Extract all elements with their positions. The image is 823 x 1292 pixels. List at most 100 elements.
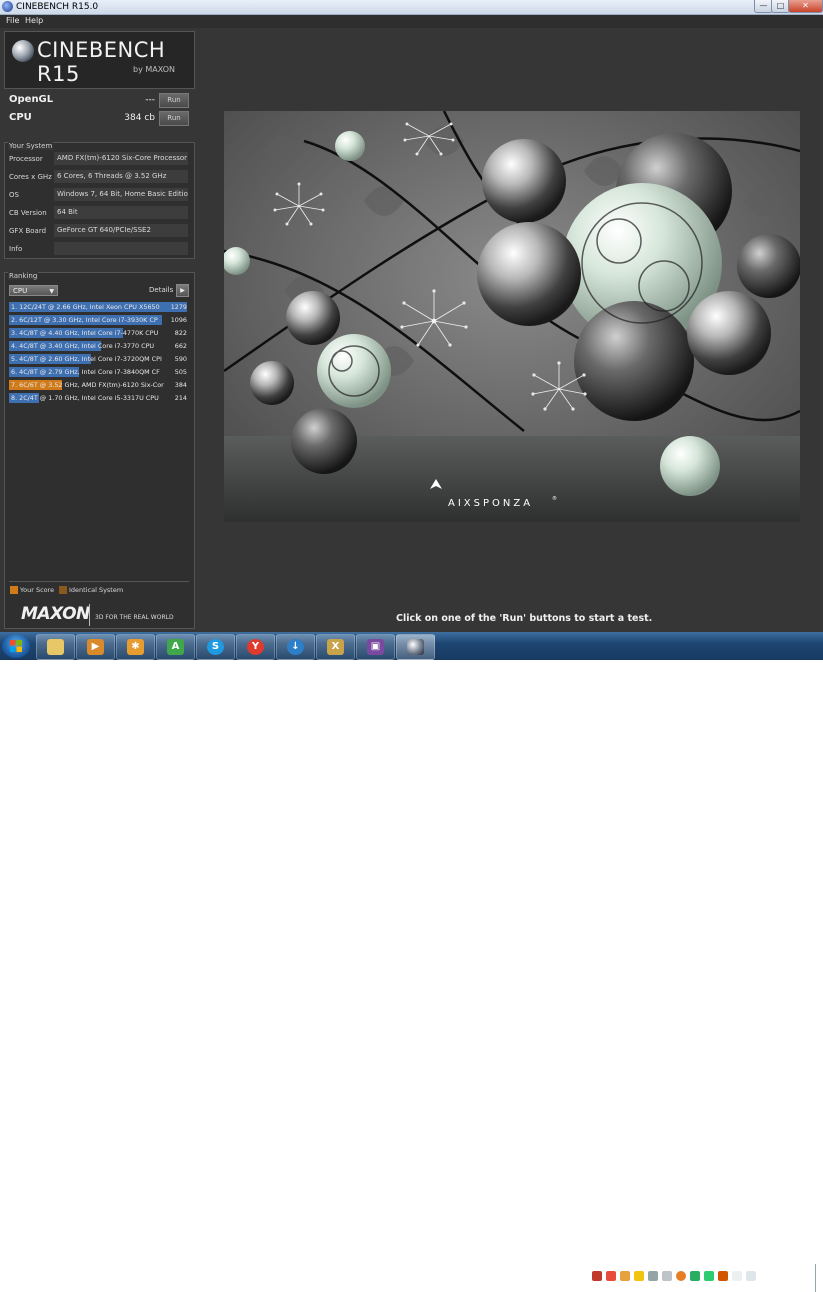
- taskbar-downloader[interactable]: ↓: [276, 634, 315, 660]
- info-field[interactable]: [54, 242, 188, 255]
- details-label: Details: [149, 286, 174, 294]
- details-arrow-button[interactable]: ▶: [176, 284, 189, 297]
- media-player-icon: ▶: [87, 639, 104, 655]
- download-icon: ↓: [287, 639, 304, 655]
- tray-app-icon[interactable]: [718, 1271, 728, 1281]
- menu-help[interactable]: Help: [25, 16, 43, 25]
- ranking-row[interactable]: 8. 2C/4T @ 1.70 GHz, Intel Core i5-3317U…: [9, 392, 187, 404]
- tray-app-icon[interactable]: [676, 1271, 686, 1281]
- ranking-score: 1096: [170, 316, 187, 324]
- opengl-row: OpenGL --- Run: [4, 92, 193, 109]
- volume-icon[interactable]: [746, 1271, 756, 1281]
- taskbar-skype[interactable]: S: [196, 634, 235, 660]
- status-hint: Click on one of the 'Run' buttons to sta…: [396, 613, 653, 624]
- identical-system-swatch: [59, 586, 67, 594]
- registered-mark: ®: [552, 495, 557, 502]
- tray-app-icon[interactable]: [704, 1271, 714, 1281]
- ranking-type-value: CPU: [13, 287, 28, 295]
- ranking-row[interactable]: 6. 4C/8T @ 2.79 GHz, Intel Core i7-3840Q…: [9, 366, 187, 378]
- cpu-label: CPU: [9, 112, 32, 123]
- clock-time[interactable]: 15:13: [781, 1267, 801, 1275]
- system-label: OS: [9, 191, 19, 199]
- cpu-row: CPU 384 cb Run: [4, 110, 193, 127]
- ranking-row[interactable]: 2. 6C/12T @ 3.30 GHz, Intel Core i7-3930…: [9, 314, 187, 326]
- ranking-name: 7. 6C/6T @ 3.52 GHz, AMD FX(tm)-6120 Six…: [11, 381, 164, 389]
- ranking-score: 384: [174, 381, 187, 389]
- tray-app-icon[interactable]: [620, 1271, 630, 1281]
- left-panel: CINEBENCH R15 by MAXON OpenGL --- Run CP…: [4, 31, 195, 632]
- cpu-value: 384 cb: [124, 113, 155, 123]
- start-button[interactable]: [2, 634, 30, 658]
- network-icon[interactable]: [732, 1271, 742, 1281]
- ranking-name: 2. 6C/12T @ 3.30 GHz, Intel Core i7-3930…: [11, 316, 158, 324]
- opengl-run-button[interactable]: Run: [159, 93, 189, 108]
- ranking-row[interactable]: 4. 4C/8T @ 3.40 GHz, Intel Core i7-3770 …: [9, 340, 187, 352]
- chevron-down-icon: ▼: [49, 288, 54, 295]
- system-label: Processor: [9, 155, 43, 163]
- ranking-row[interactable]: 1. 12C/24T @ 2.66 GHz, Intel Xeon CPU X5…: [9, 301, 187, 313]
- ranking-name: 4. 4C/8T @ 3.40 GHz, Intel Core i7-3770 …: [11, 342, 155, 350]
- ranking-row[interactable]: 5. 4C/8T @ 2.60 GHz, Intel Core i7-3720Q…: [9, 353, 187, 365]
- taskbar-paint[interactable]: ✱: [116, 634, 155, 660]
- system-value: 64 Bit: [54, 206, 188, 219]
- x7-icon: X: [327, 639, 344, 655]
- clock-date[interactable]: 06.07.2014: [771, 1278, 808, 1286]
- watermark-text: AIXSPONZA: [448, 498, 533, 509]
- logo-name: CINEBENCH R15: [37, 38, 166, 86]
- logo-by: by MAXON: [133, 65, 175, 74]
- tray-app-icon[interactable]: [690, 1271, 700, 1281]
- render-scene-image: AIXSPONZA ®: [224, 111, 800, 522]
- ranking-name: 8. 2C/4T @ 1.70 GHz, Intel Core i5-3317U…: [11, 394, 159, 402]
- paint-icon: ✱: [127, 639, 144, 655]
- taskbar-cinebench[interactable]: [396, 634, 435, 660]
- yandex-icon: Y: [247, 639, 264, 655]
- system-label: Info: [9, 245, 23, 253]
- system-row: OS Windows 7, 64 Bit, Home Basic Edition: [5, 187, 194, 203]
- ranking-score: 822: [174, 329, 187, 337]
- system-value: GeForce GT 640/PCIe/SSE2: [54, 224, 188, 237]
- system-value: 6 Cores, 6 Threads @ 3.52 GHz: [54, 170, 188, 183]
- tray-app-icon[interactable]: [662, 1271, 672, 1281]
- skype-icon: S: [207, 639, 224, 655]
- system-row: GFX Board GeForce GT 640/PCIe/SSE2: [5, 223, 194, 239]
- cpuz-icon: ▣: [367, 639, 384, 655]
- opengl-label: OpenGL: [9, 94, 54, 105]
- window-title: CINEBENCH R15.0: [16, 2, 99, 12]
- title-bar[interactable]: CINEBENCH R15.0 — □ ✕: [0, 0, 823, 15]
- render-preview: AIXSPONZA ®: [224, 111, 800, 522]
- tray-app-icon[interactable]: [592, 1271, 602, 1281]
- system-row: Cores x GHz 6 Cores, 6 Threads @ 3.52 GH…: [5, 169, 194, 185]
- system-row: Info: [5, 241, 194, 257]
- ranking-row[interactable]: 7. 6C/6T @ 3.52 GHz, AMD FX(tm)-6120 Six…: [9, 379, 187, 391]
- menu-file[interactable]: File: [6, 16, 19, 25]
- divider: [9, 581, 189, 582]
- system-row: Processor AMD FX(tm)-6120 Six-Core Proce…: [5, 151, 194, 167]
- ranking-type-dropdown[interactable]: CPU ▼: [9, 285, 58, 296]
- cinebench-logo: CINEBENCH R15 by MAXON: [4, 31, 195, 89]
- show-desktop-button[interactable]: [815, 1264, 823, 1292]
- taskbar-editor[interactable]: A: [156, 634, 195, 660]
- identical-system-legend: Identical System: [69, 586, 124, 594]
- cpu-run-button[interactable]: Run: [159, 111, 189, 126]
- system-label: GFX Board: [9, 227, 47, 235]
- your-score-swatch: [10, 586, 18, 594]
- menu-bar: File Help: [0, 15, 823, 28]
- tray-app-icon[interactable]: [606, 1271, 616, 1281]
- ranking-score: 1279: [170, 303, 187, 311]
- taskbar-cpuz[interactable]: ▣: [356, 634, 395, 660]
- your-system-section: Your System Processor AMD FX(tm)-6120 Si…: [4, 142, 195, 259]
- maxon-tagline: 3D FOR THE REAL WORLD: [95, 614, 174, 621]
- tray-app-icon[interactable]: [634, 1271, 644, 1281]
- taskbar-explorer[interactable]: [36, 634, 75, 660]
- cinebench-sphere-icon: [12, 40, 34, 62]
- ranking-section: Ranking CPU ▼ Details ▶ 1. 12C/24T @ 2.6…: [4, 272, 195, 629]
- ranking-score: 662: [174, 342, 187, 350]
- taskbar-media-player[interactable]: ▶: [76, 634, 115, 660]
- ranking-row[interactable]: 3. 4C/8T @ 4.40 GHz, Intel Core i7-4770K…: [9, 327, 187, 339]
- tray-app-icon[interactable]: [648, 1271, 658, 1281]
- ranking-name: 3. 4C/8T @ 4.40 GHz, Intel Core i7-4770K…: [11, 329, 159, 337]
- taskbar-x7[interactable]: X: [316, 634, 355, 660]
- taskbar-yandex[interactable]: Y: [236, 634, 275, 660]
- close-button[interactable]: ✕: [788, 0, 823, 13]
- ranking-name: 1. 12C/24T @ 2.66 GHz, Intel Xeon CPU X5…: [11, 303, 160, 311]
